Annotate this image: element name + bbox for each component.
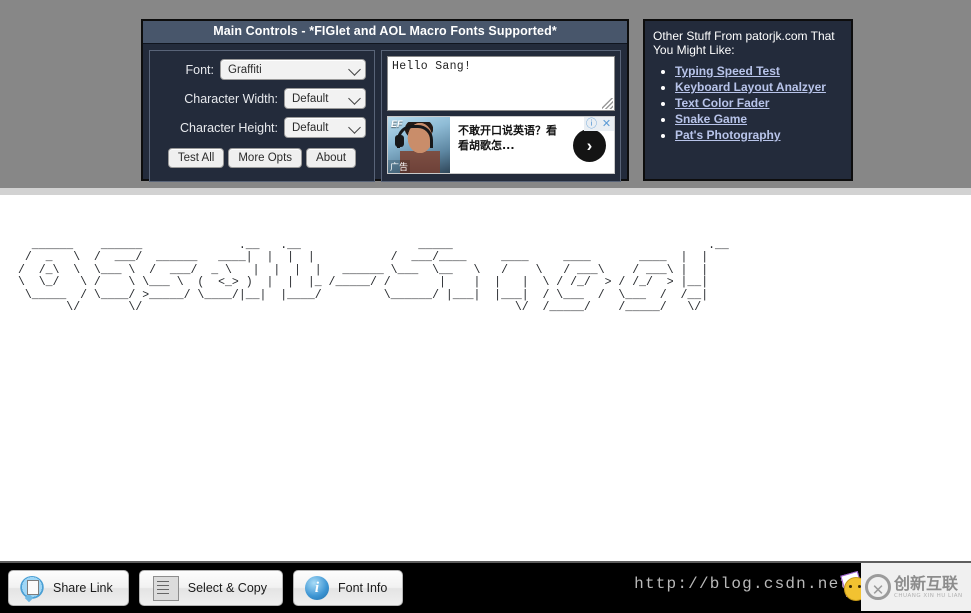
ad-brand-logo: EF — [391, 119, 403, 129]
headphone-cup-icon — [395, 135, 404, 147]
info-icon: i — [304, 576, 329, 600]
top-area: Main Controls - *FIGlet and AOL Macro Fo… — [0, 0, 971, 188]
list-item: Snake Game — [675, 111, 843, 127]
link-typing-speed-test[interactable]: Typing Speed Test — [675, 64, 780, 78]
character-height-value: Default — [292, 122, 329, 134]
csdn-logo-chinese: 创新互联 — [894, 574, 959, 593]
ad-next-arrow-button[interactable]: › — [573, 129, 606, 162]
csdn-logo: ✕ 创新互联 CHUANG XIN HU LIAN — [861, 563, 971, 611]
document-copy-icon — [152, 575, 179, 601]
text-input[interactable]: Hello Sang! — [388, 57, 614, 76]
other-stuff-title: Other Stuff From patorjk.com That You Mi… — [653, 29, 835, 57]
link-pats-photography[interactable]: Pat's Photography — [675, 128, 781, 142]
csdn-logo-text: 创新互联 CHUANG XIN HU LIAN — [894, 574, 963, 600]
ascii-art-output[interactable]: ______ ______ .__ .__ _____ .__ / _ \ / … — [0, 207, 971, 316]
advertisement[interactable]: EF 广告 不敢开口说英语？看 看胡歌怎... › ⓘ ✕ — [387, 116, 615, 174]
list-item: Typing Speed Test — [675, 63, 843, 79]
font-row: Font: Graffiti — [158, 59, 366, 80]
bottom-toolbar: Share Link Select & Copy i Font Info htt… — [0, 561, 971, 613]
ad-label: 广告 — [388, 160, 411, 173]
watermark-url: http://blog.csdn.net/ — [634, 575, 861, 593]
font-info-button[interactable]: i Font Info — [292, 570, 404, 606]
link-text-color-fader[interactable]: Text Color Fader — [675, 96, 769, 110]
main-controls-body: Font: Graffiti Character Width: Default … — [143, 44, 627, 182]
chevron-down-icon — [348, 62, 361, 76]
main-controls-panel: Main Controls - *FIGlet and AOL Macro Fo… — [141, 19, 629, 182]
more-opts-button[interactable]: More Opts — [228, 148, 303, 168]
ad-close-icon[interactable]: ✕ — [599, 117, 614, 131]
controls-button-row: Test All More Opts About — [158, 148, 366, 168]
font-select[interactable]: Graffiti — [220, 59, 366, 80]
select-and-copy-button[interactable]: Select & Copy — [138, 570, 283, 606]
main-controls-title: Main Controls - *FIGlet and AOL Macro Fo… — [143, 21, 627, 44]
chevron-down-icon — [348, 91, 361, 105]
font-select-value: Graffiti — [228, 64, 262, 76]
input-column: Hello Sang! EF 广告 不敢开口说英语？看 看胡歌怎... › ⓘ … — [381, 50, 621, 182]
toolbar-button-group: Share Link Select & Copy i Font Info — [8, 570, 404, 606]
ad-info-icon[interactable]: ⓘ — [584, 117, 599, 131]
character-height-select[interactable]: Default — [284, 117, 366, 138]
text-input-wrapper[interactable]: Hello Sang! — [387, 56, 615, 111]
test-all-button[interactable]: Test All — [167, 148, 225, 168]
character-height-row: Character Height: Default — [158, 117, 366, 138]
character-width-value: Default — [292, 93, 329, 105]
csdn-logo-mark: ✕ — [865, 574, 891, 600]
chevron-down-icon — [348, 120, 361, 134]
character-width-row: Character Width: Default — [158, 88, 366, 109]
link-keyboard-layout-analyzer[interactable]: Keyboard Layout Analzyer — [675, 80, 826, 94]
other-stuff-list: Typing Speed Test Keyboard Layout Analzy… — [653, 63, 843, 143]
ad-image: EF 广告 — [388, 117, 450, 173]
list-item: Text Color Fader — [675, 95, 843, 111]
font-label: Font: — [185, 62, 215, 77]
share-link-icon — [20, 576, 44, 600]
select-and-copy-label: Select & Copy — [187, 581, 267, 595]
share-link-label: Share Link — [53, 581, 113, 595]
about-button[interactable]: About — [306, 148, 357, 168]
csdn-logo-pinyin: CHUANG XIN HU LIAN — [894, 593, 963, 599]
other-stuff-panel: Other Stuff From patorjk.com That You Mi… — [643, 19, 853, 181]
list-item: Keyboard Layout Analzyer — [675, 79, 843, 95]
character-width-select[interactable]: Default — [284, 88, 366, 109]
character-width-label: Character Width: — [184, 91, 278, 106]
resize-grip-icon[interactable] — [602, 98, 613, 109]
character-height-label: Character Height: — [180, 120, 278, 135]
ascii-output-area[interactable]: ______ ______ .__ .__ _____ .__ / _ \ / … — [0, 188, 971, 563]
share-link-button[interactable]: Share Link — [8, 570, 129, 606]
font-info-label: Font Info — [337, 581, 388, 595]
list-item: Pat's Photography — [675, 127, 843, 143]
link-snake-game[interactable]: Snake Game — [675, 112, 747, 126]
controls-column: Font: Graffiti Character Width: Default … — [149, 50, 375, 182]
ad-corner-controls: ⓘ ✕ — [584, 117, 614, 131]
